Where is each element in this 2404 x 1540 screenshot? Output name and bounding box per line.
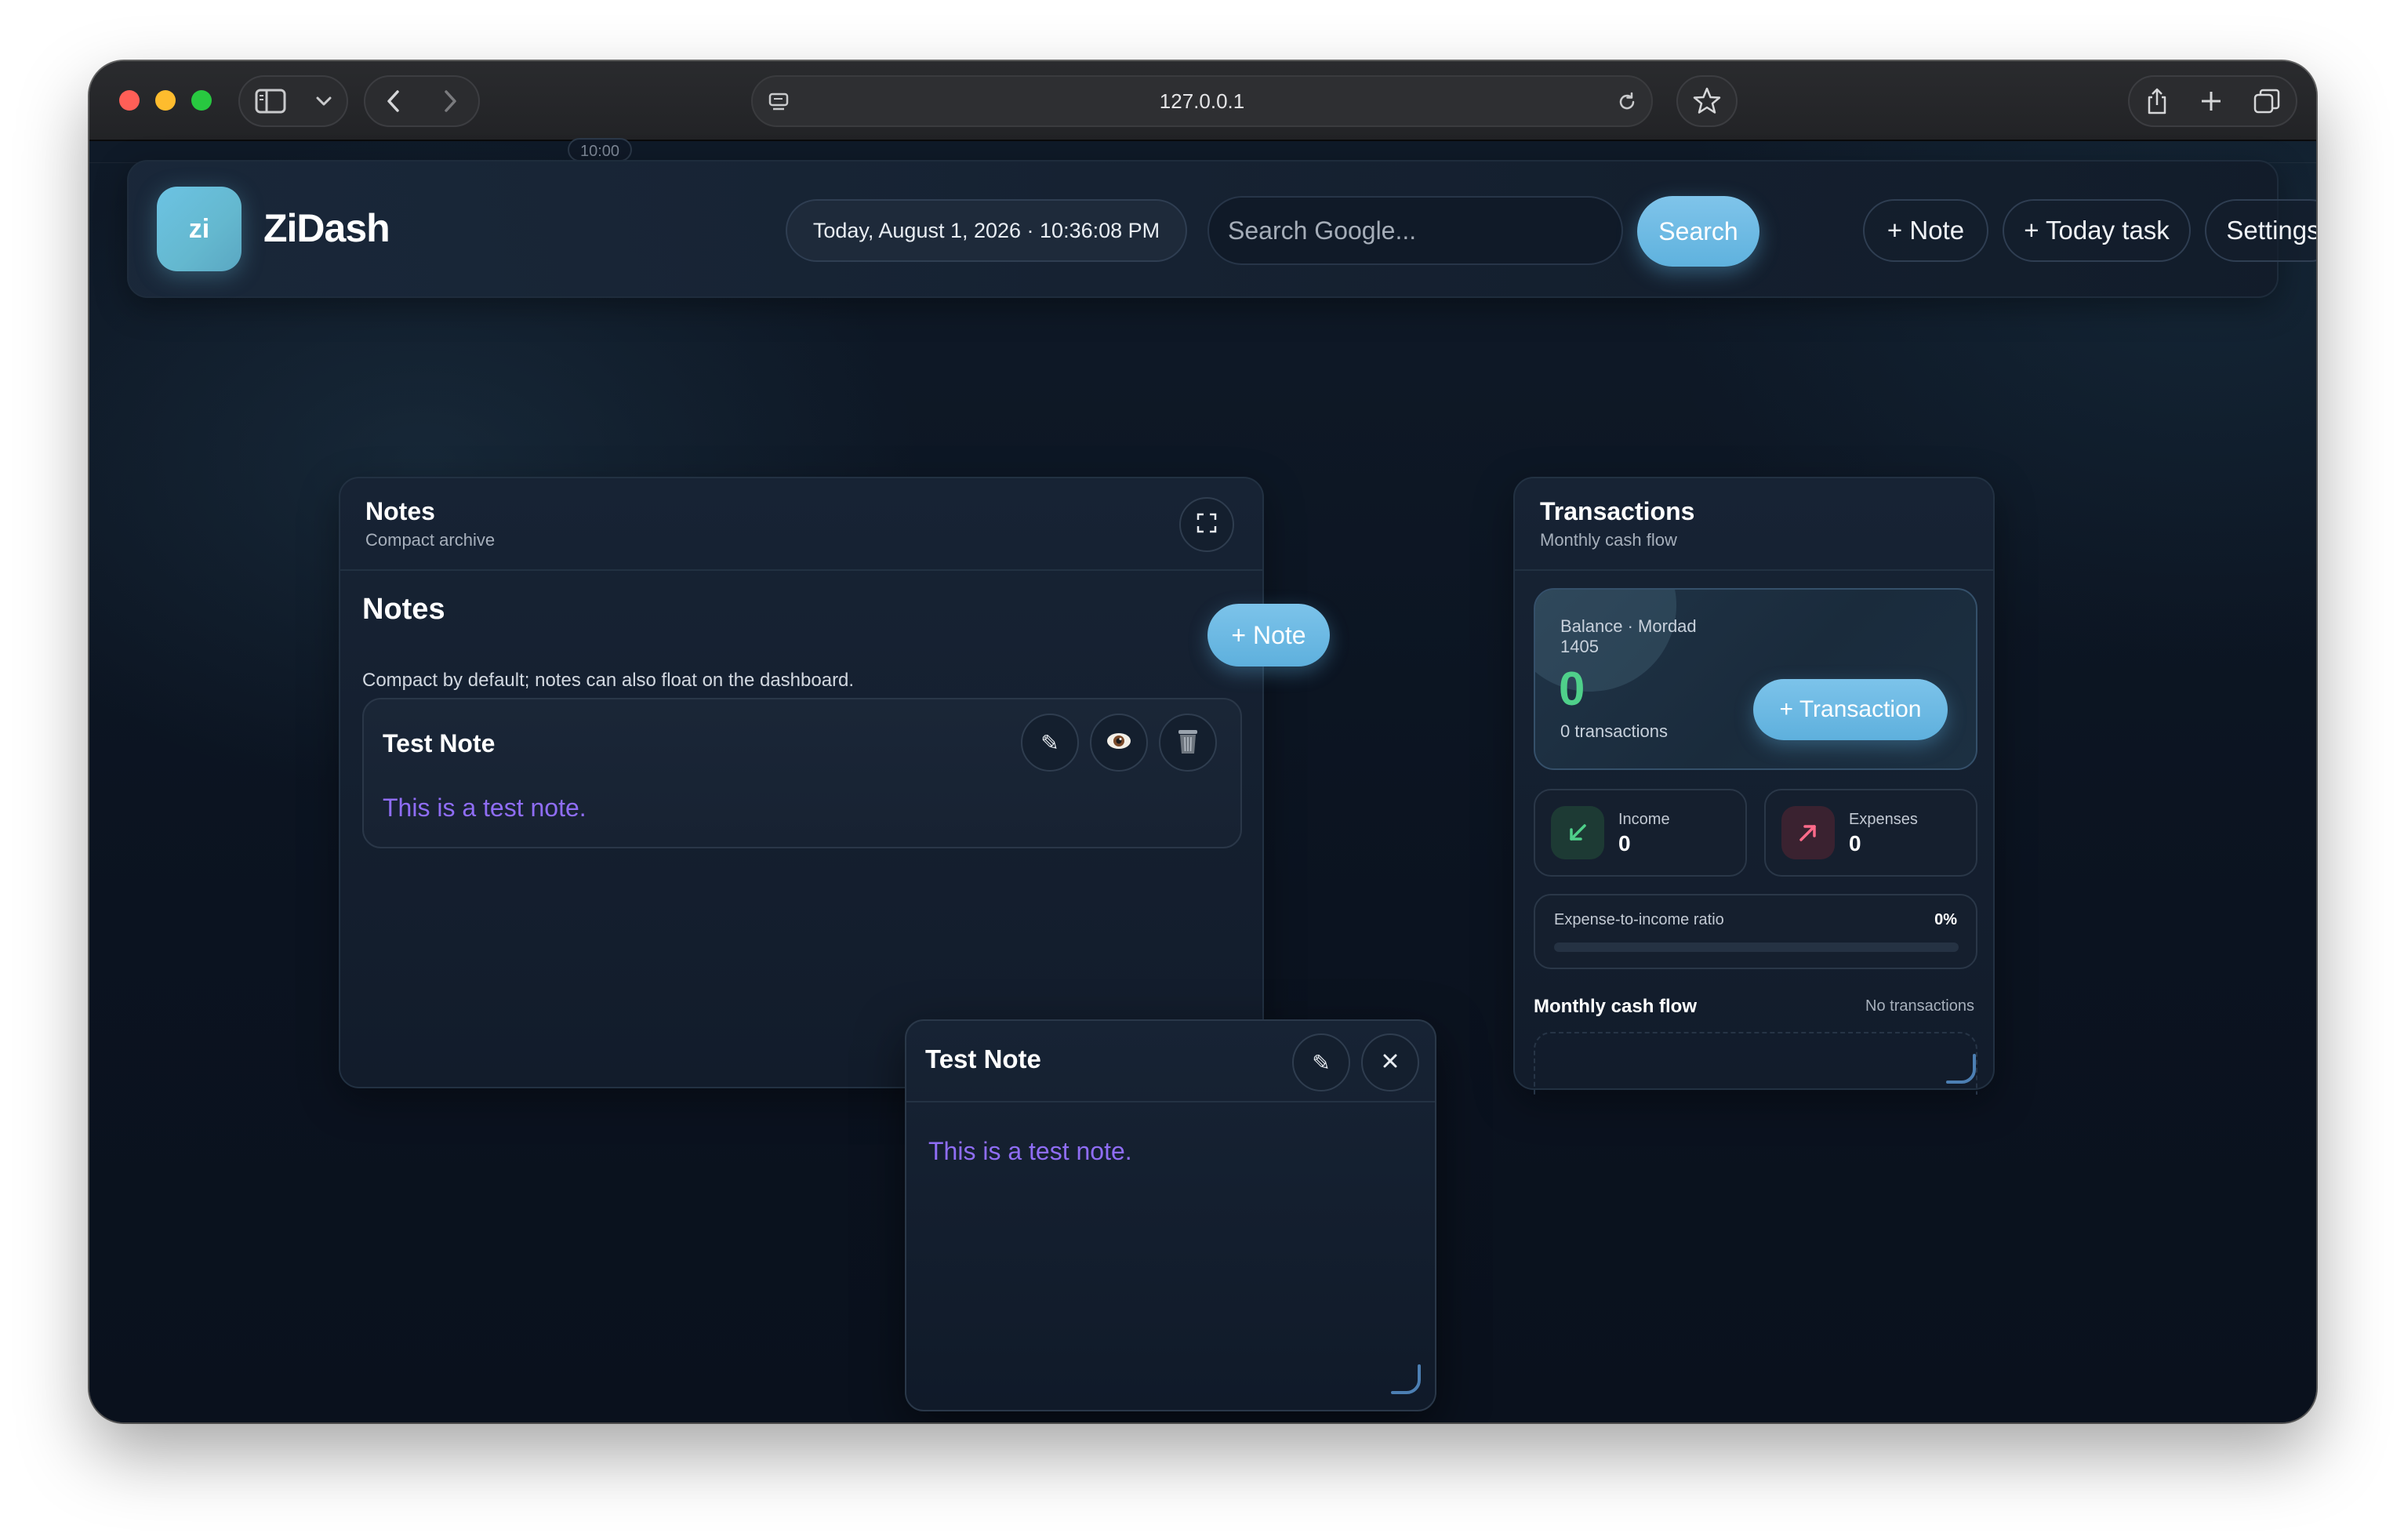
floating-note-title: Test Note	[925, 1044, 1041, 1073]
reload-icon[interactable]	[1615, 90, 1639, 118]
expense-ratio-card: Expense-to-income ratio 0%	[1534, 894, 1977, 969]
transactions-title: Transactions	[1540, 497, 1695, 525]
transactions-subtitle: Monthly cash flow	[1540, 530, 1677, 550]
note-title: Test Note	[383, 729, 496, 757]
app-header: zi ZiDash Today, August 1, 2026 · 10:36:…	[127, 160, 2316, 298]
back-icon[interactable]	[386, 89, 401, 114]
balance-value: 0	[1559, 663, 1585, 715]
chevron-down-icon	[315, 96, 332, 107]
notes-section-title: Notes	[362, 593, 445, 626]
ratio-label: Expense-to-income ratio	[1554, 911, 1724, 928]
expand-icon	[1196, 512, 1218, 538]
app-brand: ZiDash	[263, 206, 390, 250]
add-transaction-button[interactable]: + Transaction	[1753, 679, 1948, 740]
address-bar[interactable]: 127.0.0.1	[751, 75, 1653, 127]
expenses-value: 0	[1849, 831, 1861, 855]
transactions-count: 0 transactions	[1560, 721, 1668, 741]
add-note-button[interactable]: + Note	[1863, 199, 1988, 262]
forward-icon[interactable]	[442, 89, 458, 114]
url-text: 127.0.0.1	[1159, 89, 1245, 113]
floating-note-window[interactable]: Test Note ✎ This is a test note.	[905, 1019, 1436, 1411]
pencil-icon: ✎	[1040, 730, 1059, 755]
ratio-value: 0%	[1934, 911, 1957, 928]
background-time-label: 10:00	[568, 138, 633, 162]
cashflow-chart-area	[1534, 1032, 1977, 1095]
floating-note-resize-icon[interactable]	[1389, 1363, 1424, 1397]
window-actions	[2128, 75, 2297, 127]
ratio-progress-bar	[1554, 943, 1959, 952]
zoom-window-button[interactable]	[191, 90, 212, 111]
delete-note-button[interactable]	[1159, 714, 1217, 772]
browser-toolbar: 127.0.0.1	[89, 61, 2316, 141]
close-window-button[interactable]	[119, 90, 140, 111]
balance-label: Balance · Mordad 1405	[1560, 616, 1697, 656]
income-arrow-icon	[1551, 806, 1604, 859]
income-card: Income 0	[1534, 789, 1747, 877]
income-label: Income	[1618, 811, 1670, 828]
tab-overview-icon[interactable]	[2253, 88, 2281, 114]
trash-icon	[1176, 727, 1200, 759]
dashboard-page: 10:00 zi ZiDash Today, August 1, 2026 · …	[89, 138, 2316, 1422]
notes-panel: Notes Compact archive Notes + Note Compa…	[339, 477, 1330, 1088]
add-today-task-button[interactable]: + Today task	[2003, 199, 2191, 262]
expand-panel-button[interactable]	[1179, 497, 1234, 552]
datetime-display: Today, August 1, 2026 · 10:36:08 PM	[786, 199, 1187, 262]
app-logo[interactable]: zi	[157, 187, 241, 271]
note-body: This is a test note.	[383, 794, 586, 822]
new-tab-icon[interactable]	[2199, 89, 2223, 113]
pencil-icon: ✎	[1312, 1050, 1331, 1075]
cashflow-label: Monthly cash flow	[1534, 996, 1698, 1017]
share-icon[interactable]	[2144, 86, 2170, 116]
cashflow-status: No transactions	[1865, 997, 1974, 1015]
balance-card: Balance · Mordad 1405 0 0 transactions +…	[1534, 588, 1977, 770]
floating-note-body: This is a test note.	[928, 1137, 1132, 1165]
income-value: 0	[1618, 831, 1631, 855]
notes-panel-subtitle: Compact archive	[365, 530, 496, 550]
settings-button[interactable]: Settings	[2205, 199, 2316, 262]
resize-handle-icon[interactable]	[1945, 1052, 1979, 1087]
floating-note-header[interactable]: Test Note ✎	[906, 1021, 1435, 1102]
notes-panel-title: Notes	[365, 497, 435, 525]
browser-window: 127.0.0.1 10:00 zi ZiDash Today, August …	[89, 61, 2316, 1422]
floating-note-close-button[interactable]	[1361, 1033, 1419, 1091]
close-icon	[1382, 1052, 1399, 1073]
transactions-panel: Transactions Monthly cash flow Balance ·…	[1513, 477, 1995, 1095]
notes-description: Compact by default; notes can also float…	[362, 670, 855, 691]
floating-note-edit-button[interactable]: ✎	[1292, 1033, 1350, 1091]
notes-add-button[interactable]: + Note	[1207, 604, 1330, 666]
search-button[interactable]: Search	[1637, 196, 1759, 267]
expense-arrow-icon	[1781, 806, 1835, 859]
float-note-button[interactable]	[1090, 714, 1148, 772]
search-input[interactable]	[1207, 196, 1623, 265]
star-icon	[1692, 86, 1722, 116]
transactions-panel-header: Transactions Monthly cash flow	[1515, 478, 1993, 571]
bookmark-button[interactable]	[1676, 75, 1738, 127]
sidebar-icon	[255, 89, 286, 114]
history-nav	[364, 75, 480, 127]
eye-icon	[1105, 731, 1133, 755]
sidebar-toggle-button[interactable]	[238, 75, 348, 127]
expenses-label: Expenses	[1849, 811, 1918, 828]
expenses-card: Expenses 0	[1764, 789, 1977, 877]
edit-note-button[interactable]: ✎	[1021, 714, 1079, 772]
note-card[interactable]: Test Note ✎ This is a test note.	[362, 698, 1242, 848]
notes-panel-header: Notes Compact archive	[340, 478, 1262, 571]
minimize-window-button[interactable]	[155, 90, 176, 111]
